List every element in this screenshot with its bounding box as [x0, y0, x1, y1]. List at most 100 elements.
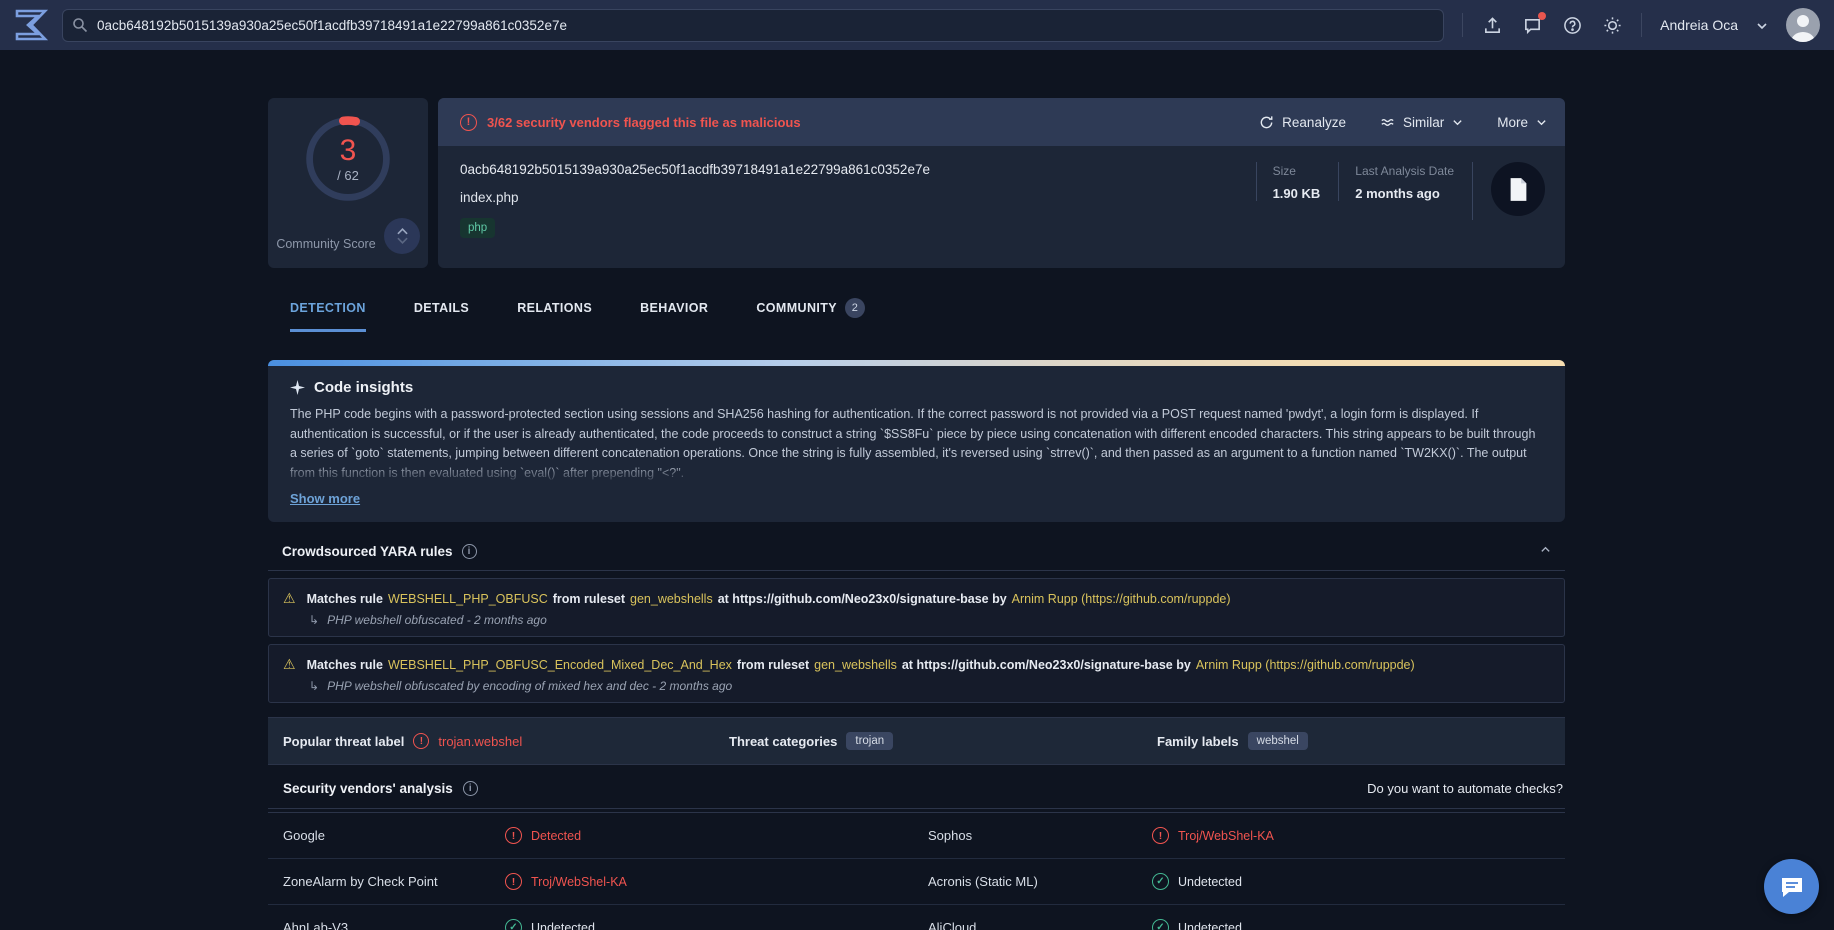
detection-score-ring: 3 / 62 [300, 111, 396, 207]
report-tabs: DETECTION DETAILS RELATIONS BEHAVIOR COM… [268, 298, 1565, 332]
tab-relations[interactable]: RELATIONS [517, 298, 592, 332]
info-icon[interactable]: i [463, 781, 478, 796]
detections-total: / 62 [337, 168, 359, 183]
rule-text: from ruleset [737, 658, 809, 672]
undetected-check-icon: ✓ [1152, 873, 1169, 890]
detected-icon: ! [505, 873, 522, 890]
tab-community[interactable]: COMMUNITY 2 [756, 298, 865, 332]
refresh-icon [1259, 115, 1274, 130]
sparkle-icon [290, 380, 305, 395]
notification-dot [1538, 12, 1546, 20]
similar-button[interactable]: Similar [1380, 115, 1463, 130]
file-summary-card: ! 3/62 security vendors flagged this fil… [438, 98, 1565, 268]
rule-name-link[interactable]: WEBSHELL_PHP_OBFUSC [388, 592, 548, 606]
reanalyze-button[interactable]: Reanalyze [1259, 115, 1346, 130]
vendor-name: AhnLab-V3 [283, 920, 505, 930]
avatar[interactable] [1786, 8, 1820, 42]
alert-exclamation-icon: ! [460, 114, 477, 131]
threat-label-bar: Popular threat label ! trojan.webshel Th… [268, 717, 1565, 765]
chat-icon [1779, 874, 1805, 900]
undetected-check-icon: ✓ [1152, 919, 1169, 930]
file-name: index.php [460, 190, 1256, 205]
community-vote-button[interactable] [384, 218, 420, 254]
search-input[interactable] [62, 9, 1444, 42]
popular-threat-label: Popular threat label [283, 734, 404, 749]
rule-text: from ruleset [553, 592, 625, 606]
show-more-link[interactable]: Show more [290, 491, 360, 506]
detections-count: 3 [340, 136, 357, 166]
search-bar [62, 9, 1444, 42]
undetected-check-icon: ✓ [505, 919, 522, 930]
vendor-result: ! Troj/WebShel-KA [1152, 827, 1565, 844]
vendor-name: AliCloud [928, 920, 1152, 930]
divider [1641, 13, 1642, 37]
rule-description: ↳PHP webshell obfuscated - 2 months ago [309, 613, 1550, 627]
vendors-table: Google ! Detected Sophos ! Troj/WebShel-… [268, 812, 1565, 930]
vendor-result: ✓ Undetected [1152, 919, 1565, 930]
upload-icon[interactable] [1481, 14, 1503, 36]
user-menu-chevron-down-icon[interactable] [1756, 19, 1768, 31]
yara-title: Crowdsourced YARA rules [282, 544, 453, 559]
vendor-name: Acronis (Static ML) [928, 874, 1152, 889]
ruleset-link[interactable]: gen_webshells [630, 592, 713, 606]
corner-arrow-icon: ↳ [309, 613, 319, 627]
caret-up-icon [397, 228, 408, 235]
more-button[interactable]: More [1497, 115, 1547, 130]
top-navigation-bar: Andreia Oca [0, 0, 1834, 50]
file-hash[interactable]: 0acb648192b5015139a930a25ec50f1acdfb3971… [460, 162, 1256, 177]
divider [1472, 162, 1473, 220]
vendor-result: ✓ Undetected [1152, 873, 1565, 890]
table-row: ZoneAlarm by Check Point ! Troj/WebShel-… [268, 859, 1565, 905]
help-icon[interactable] [1561, 14, 1583, 36]
divider [1462, 13, 1463, 37]
last-analysis-stat: Last Analysis Date 2 months ago [1338, 162, 1472, 201]
file-stats: Size 1.90 KB Last Analysis Date 2 months… [1256, 162, 1545, 254]
tab-details[interactable]: DETAILS [414, 298, 469, 332]
detected-icon: ! [505, 827, 522, 844]
tab-detection[interactable]: DETECTION [290, 298, 366, 332]
file-tag-php[interactable]: php [460, 218, 495, 238]
threat-categories-label: Threat categories [729, 734, 837, 749]
main-content: 3 / 62 Community Score ! 3/62 security v… [0, 50, 1834, 930]
collapse-caret-icon[interactable] [1540, 542, 1551, 560]
user-name[interactable]: Andreia Oca [1660, 17, 1738, 33]
popular-threat-value[interactable]: trojan.webshel [438, 734, 522, 749]
rule-text: Matches rule [307, 592, 383, 606]
rule-author-link[interactable]: Arnim Rupp (https://github.com/ruppde) [1196, 658, 1415, 672]
yara-rule-item: ⚠ Matches rule WEBSHELL_PHP_OBFUSC_Encod… [268, 644, 1565, 703]
rule-text: at https://github.com/Neo23x0/signature-… [718, 592, 1007, 606]
table-row: Google ! Detected Sophos ! Troj/WebShel-… [268, 813, 1565, 859]
vendor-result: ! Troj/WebShel-KA [505, 873, 928, 890]
corner-arrow-icon: ↳ [309, 679, 319, 693]
vendor-name: Sophos [928, 828, 1152, 843]
code-insights-section: Code insights The PHP code begins with a… [268, 360, 1565, 522]
feedback-icon[interactable] [1521, 14, 1543, 36]
tab-behavior[interactable]: BEHAVIOR [640, 298, 708, 332]
family-labels-label: Family labels [1157, 734, 1239, 749]
yara-rules-section: Crowdsourced YARA rules i ⚠ Matches rule… [268, 542, 1565, 703]
yara-rule-item: ⚠ Matches rule WEBSHELL_PHP_OBFUSC from … [268, 578, 1565, 637]
family-label-pill[interactable]: webshel [1248, 732, 1308, 750]
detected-icon: ! [1152, 827, 1169, 844]
warning-triangle-icon: ⚠ [283, 590, 296, 607]
vendors-analysis-section: Security vendors' analysis i Do you want… [268, 781, 1565, 930]
rule-name-link[interactable]: WEBSHELL_PHP_OBFUSC_Encoded_Mixed_Dec_An… [388, 658, 732, 672]
rule-description: ↳PHP webshell obfuscated by encoding of … [309, 679, 1550, 693]
automate-checks-link[interactable]: Do you want to automate checks? [1367, 781, 1563, 796]
search-icon [72, 17, 88, 33]
vendor-result: ! Detected [505, 827, 928, 844]
virustotal-logo-icon[interactable] [14, 8, 50, 42]
threat-category-pill[interactable]: trojan [846, 732, 893, 750]
caret-down-icon [397, 237, 408, 244]
info-icon[interactable]: i [462, 544, 477, 559]
table-row: AhnLab-V3 ✓ Undetected AliCloud ✓ Undete… [268, 905, 1565, 930]
chat-button[interactable] [1764, 859, 1819, 914]
theme-toggle-icon[interactable] [1601, 14, 1623, 36]
chevron-down-icon [1452, 117, 1463, 128]
vendor-result: ✓ Undetected [505, 919, 928, 930]
warning-triangle-icon: ⚠ [283, 656, 296, 673]
ruleset-link[interactable]: gen_webshells [814, 658, 897, 672]
similar-waves-icon [1380, 115, 1395, 130]
vendors-analysis-title: Security vendors' analysis [283, 781, 453, 796]
rule-author-link[interactable]: Arnim Rupp (https://github.com/ruppde) [1012, 592, 1231, 606]
